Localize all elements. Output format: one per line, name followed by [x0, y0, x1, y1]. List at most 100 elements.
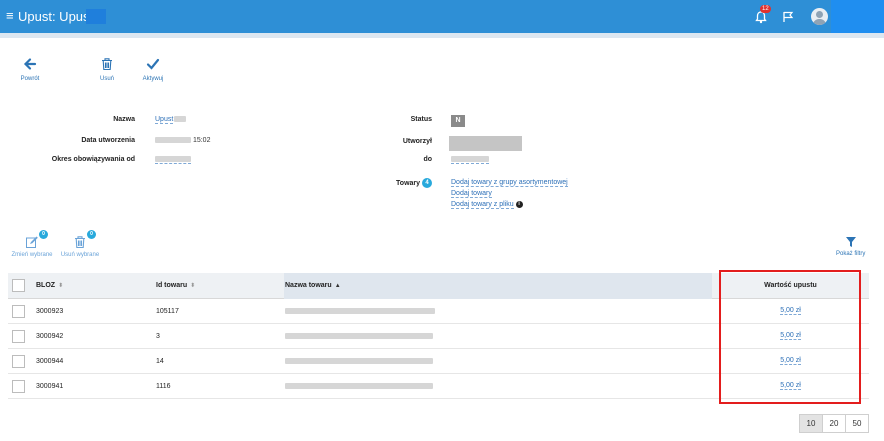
table-row[interactable]: 3000923 105117 5,00 zł: [8, 299, 869, 324]
col-product-id[interactable]: Id towaru ⬍: [156, 273, 195, 298]
edit-icon: [26, 236, 38, 248]
cell-product-id: 105117: [156, 307, 179, 315]
sorted-column-bg: [284, 273, 712, 299]
back-button[interactable]: Powrót: [16, 57, 44, 82]
sort-asc-icon: ▲: [334, 282, 341, 289]
name-label: Nazwa: [113, 116, 135, 123]
valid-to-link[interactable]: [451, 156, 489, 164]
notifications-badge: 12: [760, 5, 771, 13]
page-size-10[interactable]: 10: [799, 414, 823, 433]
cell-bloz: 3000944: [36, 357, 64, 365]
products-label-wrap: Towary 4: [396, 178, 432, 188]
discount-value-link[interactable]: 5,00 zł: [780, 382, 801, 390]
table-header: BLOZ ⬍ Id towaru ⬍ Nazwa towaru ▲ Wartość u…: [8, 273, 869, 299]
page-size-20[interactable]: 20: [822, 414, 846, 433]
flag-icon[interactable]: [782, 11, 794, 23]
discount-value-link[interactable]: 5,00 zł: [780, 332, 801, 340]
table-row[interactable]: 3000942 3 5,00 zł: [8, 324, 869, 349]
trash-icon: [102, 58, 112, 71]
created-label: Data utworzenia: [81, 137, 135, 144]
discount-value-link[interactable]: 5,00 zł: [780, 307, 801, 315]
redacted-text: [174, 116, 187, 123]
discount-products-table: BLOZ ⬍ Id towaru ⬍ Nazwa towaru ▲ Wartość u…: [8, 273, 869, 399]
page-size-selector: 10 20 50: [799, 414, 869, 433]
filter-icon: [845, 237, 856, 247]
redacted-date: [155, 137, 191, 144]
status-label: Status: [410, 116, 432, 123]
cell-bloz: 3000923: [36, 307, 64, 315]
edit-selected-label: Zmień wybrane: [11, 252, 53, 258]
valid-from-label: Okres obowiązywania od: [51, 156, 135, 163]
trash-icon: [75, 236, 85, 249]
valid-to-label: do: [423, 156, 432, 163]
cell-product-id: 1116: [156, 382, 171, 390]
cell-product-name-redacted: [285, 349, 433, 373]
sort-icon: ⬍: [190, 283, 196, 289]
add-products-link[interactable]: Dodaj towary: [451, 190, 492, 198]
arrow-left-icon: [23, 58, 37, 70]
delete-selected-count: 0: [87, 230, 96, 239]
add-from-file-link[interactable]: Dodaj towary z pliku: [451, 201, 514, 209]
created-by-label: Utworzył: [402, 138, 432, 145]
top-bar: ≡ Upust: Upust 12: [0, 0, 884, 33]
hamburger-icon[interactable]: ≡: [6, 9, 14, 22]
select-all-checkbox[interactable]: [12, 279, 25, 292]
delete-selected-button[interactable]: 0 Usuń wybrane: [59, 230, 101, 258]
edit-selected-count: 0: [39, 230, 48, 239]
row-checkbox[interactable]: [12, 379, 25, 393]
cell-product-name-redacted: [285, 324, 433, 348]
user-name-area[interactable]: [831, 0, 884, 33]
show-filters-button[interactable]: Pokaż filtry: [836, 236, 865, 257]
checkmark-icon: [146, 58, 160, 70]
show-filters-label: Pokaż filtry: [836, 251, 866, 257]
add-products-links: Dodaj towary z grupy asortymentowej Doda…: [451, 177, 568, 210]
edit-selected-button[interactable]: 0 Zmień wybrane: [9, 230, 55, 258]
cell-product-name-redacted: [285, 374, 433, 398]
name-link[interactable]: Upust: [155, 116, 174, 124]
header-subband: [0, 33, 884, 38]
row-checkbox[interactable]: [12, 329, 25, 343]
activate-label: Aktywuj: [142, 76, 164, 82]
cell-bloz: 3000941: [36, 382, 64, 390]
products-label: Towary: [396, 179, 421, 187]
col-product-id-label: Id towaru: [156, 282, 188, 289]
redacted-date: [451, 156, 489, 163]
sort-icon: ⬍: [58, 283, 64, 289]
col-product-name-label: Nazwa towaru: [285, 282, 332, 289]
table-row[interactable]: 3000944 14 5,00 zł: [8, 349, 869, 374]
cell-product-name-redacted: [285, 299, 435, 323]
cell-bloz: 3000942: [36, 332, 64, 340]
valid-from-value[interactable]: [155, 156, 191, 164]
select-all-checkbox-cell: [12, 273, 25, 298]
created-by-value-redacted: [449, 136, 522, 151]
page-size-50[interactable]: 50: [845, 414, 869, 433]
redacted-title-part: [86, 9, 106, 24]
info-icon[interactable]: i: [515, 200, 523, 208]
col-product-name[interactable]: Nazwa towaru ▲: [285, 273, 341, 298]
table-row[interactable]: 3000941 1116 5,00 zł: [8, 374, 869, 399]
row-checkbox[interactable]: [12, 304, 25, 318]
user-avatar-icon[interactable]: [811, 8, 828, 25]
add-from-group-link[interactable]: Dodaj towary z grupy asortymentowej: [451, 179, 568, 187]
col-bloz-label: BLOZ: [36, 282, 56, 289]
valid-from-link[interactable]: [155, 156, 191, 164]
delete-button[interactable]: Usuń: [96, 57, 118, 82]
back-label: Powrót: [20, 76, 40, 82]
products-count-badge: 4: [422, 178, 432, 188]
cell-product-id: 14: [156, 357, 164, 365]
delete-label: Usuń: [99, 76, 114, 82]
created-time: 15:02: [192, 137, 211, 144]
redacted-date: [155, 156, 191, 163]
col-bloz[interactable]: BLOZ ⬍: [36, 273, 63, 298]
col-discount-value[interactable]: Wartość upustu: [719, 273, 862, 298]
col-discount-value-label: Wartość upustu: [764, 282, 817, 289]
created-value: 15:02: [155, 137, 210, 144]
status-badge: N: [451, 115, 465, 127]
delete-selected-label: Usuń wybrane: [60, 252, 100, 258]
valid-to-value[interactable]: [451, 156, 489, 164]
name-value[interactable]: Upust: [155, 116, 187, 124]
page-title: Upust: Upust: [18, 9, 94, 24]
activate-button[interactable]: Aktywuj: [139, 57, 167, 82]
discount-value-link[interactable]: 5,00 zł: [780, 357, 801, 365]
row-checkbox[interactable]: [12, 354, 25, 368]
